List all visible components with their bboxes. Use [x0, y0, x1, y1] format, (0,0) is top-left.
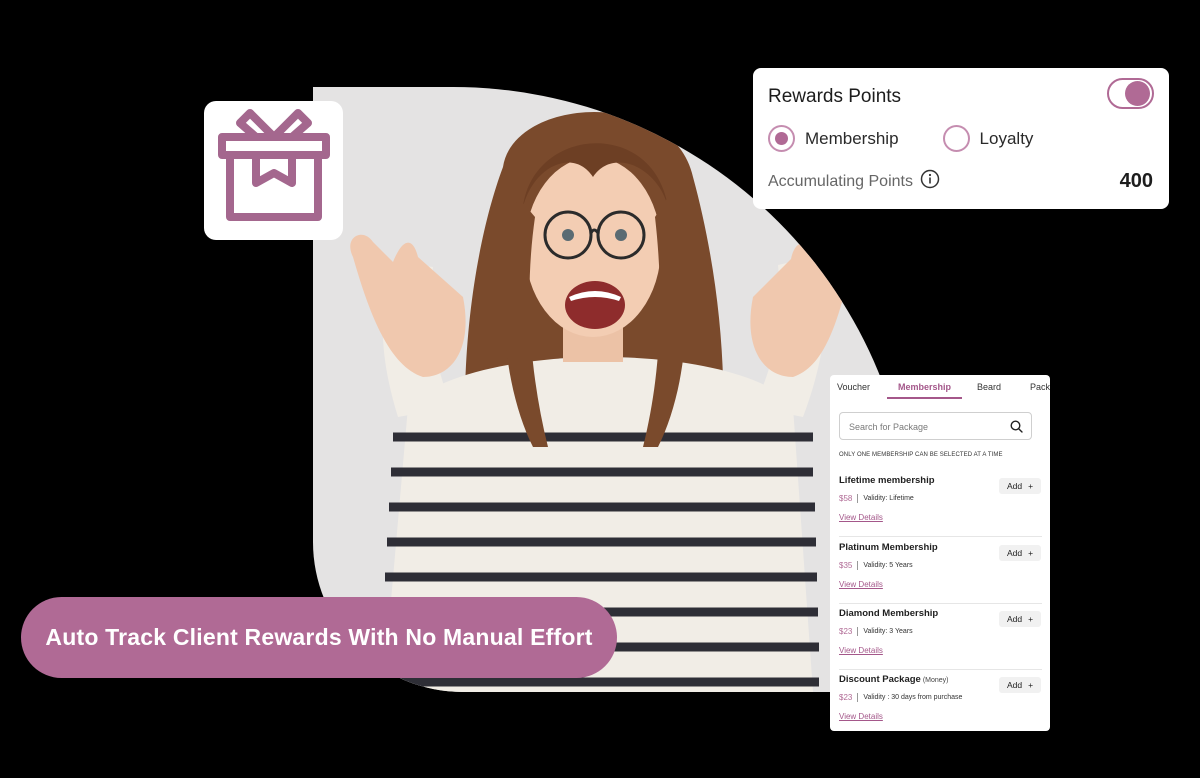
- selection-notice: ONLY ONE MEMBERSHIP CAN BE SELECTED AT A…: [839, 452, 1003, 458]
- package-validity: Validity: Lifetime: [863, 495, 914, 502]
- package-validity: Validity: 3 Years: [863, 628, 913, 635]
- package-name: Lifetime membership: [839, 475, 935, 486]
- package-search-input[interactable]: Search for Package: [839, 412, 1032, 440]
- points-value: 400: [1119, 170, 1153, 192]
- info-icon[interactable]: [920, 169, 940, 194]
- tab-membership[interactable]: Membership: [898, 382, 951, 392]
- package-item: Lifetime membership $58 Validity: Lifeti…: [839, 475, 1042, 537]
- headline-banner: Auto Track Client Rewards With No Manual…: [21, 597, 617, 678]
- package-note: (Money): [922, 677, 949, 684]
- plus-icon: +: [1028, 614, 1034, 624]
- package-meta: $58 Validity: Lifetime: [839, 494, 914, 503]
- membership-panel: Voucher Membership Beard Pack Search for…: [830, 375, 1050, 731]
- add-button[interactable]: Add +: [999, 611, 1041, 627]
- radio-membership[interactable]: [768, 125, 795, 152]
- package-price: $58: [839, 494, 853, 503]
- toggle-knob: [1125, 81, 1150, 106]
- search-placeholder: Search for Package: [849, 422, 929, 432]
- view-details-link[interactable]: View Details: [839, 580, 883, 589]
- view-details-link[interactable]: View Details: [839, 513, 883, 522]
- rewards-title: Rewards Points: [768, 86, 902, 107]
- search-icon[interactable]: [1010, 420, 1023, 438]
- radio-selected-dot: [775, 132, 788, 145]
- headline-text: Auto Track Client Rewards With No Manual…: [45, 624, 593, 650]
- active-tab-indicator: [887, 397, 962, 399]
- package-price: $23: [839, 693, 853, 702]
- package-validity: Validity: 5 Years: [863, 562, 913, 569]
- package-price: $35: [839, 561, 853, 570]
- tab-voucher[interactable]: Voucher: [837, 382, 870, 392]
- accumulating-points-row: Accumulating Points: [768, 169, 940, 194]
- radio-membership-label: Membership: [805, 128, 899, 148]
- tab-beard[interactable]: Beard: [977, 382, 1001, 392]
- gift-tile: [204, 101, 343, 240]
- package-name: Platinum Membership: [839, 542, 938, 553]
- plus-icon: +: [1028, 481, 1034, 491]
- accumulating-points-label: Accumulating Points: [768, 172, 913, 190]
- add-button[interactable]: Add +: [999, 677, 1041, 693]
- gift-icon: [216, 107, 332, 234]
- add-button[interactable]: Add +: [999, 478, 1041, 494]
- radio-loyalty[interactable]: [942, 125, 970, 152]
- package-item: Diamond Membership $23 Validity: 3 Years…: [839, 608, 1042, 670]
- package-name: Diamond Membership: [839, 608, 939, 619]
- add-button[interactable]: Add +: [999, 545, 1041, 561]
- plus-icon: +: [1028, 548, 1034, 558]
- package-meta: $23 Validity : 30 days from purchase: [839, 693, 962, 702]
- package-meta: $23 Validity: 3 Years: [839, 627, 913, 636]
- rewards-points-card: Rewards Points Membership Loyalty Accumu…: [753, 68, 1169, 209]
- tab-pack[interactable]: Pack: [1030, 382, 1050, 392]
- package-item: Platinum Membership $35 Validity: 5 Year…: [839, 542, 1042, 604]
- reward-type-options: Membership Loyalty: [768, 125, 1033, 152]
- package-price: $23: [839, 627, 853, 636]
- radio-loyalty-label: Loyalty: [979, 128, 1034, 148]
- view-details-link[interactable]: View Details: [839, 646, 883, 655]
- plus-icon: +: [1028, 680, 1034, 690]
- package-validity: Validity : 30 days from purchase: [863, 694, 963, 701]
- view-details-link[interactable]: View Details: [839, 712, 883, 721]
- package-name: Discount Package (Money): [839, 674, 949, 685]
- rewards-toggle[interactable]: [1107, 78, 1154, 109]
- package-item: Discount Package (Money) $23 Validity : 3…: [839, 674, 1042, 730]
- package-meta: $35 Validity: 5 Years: [839, 561, 913, 570]
- package-tabs: Voucher Membership Beard Pack: [830, 375, 1050, 399]
